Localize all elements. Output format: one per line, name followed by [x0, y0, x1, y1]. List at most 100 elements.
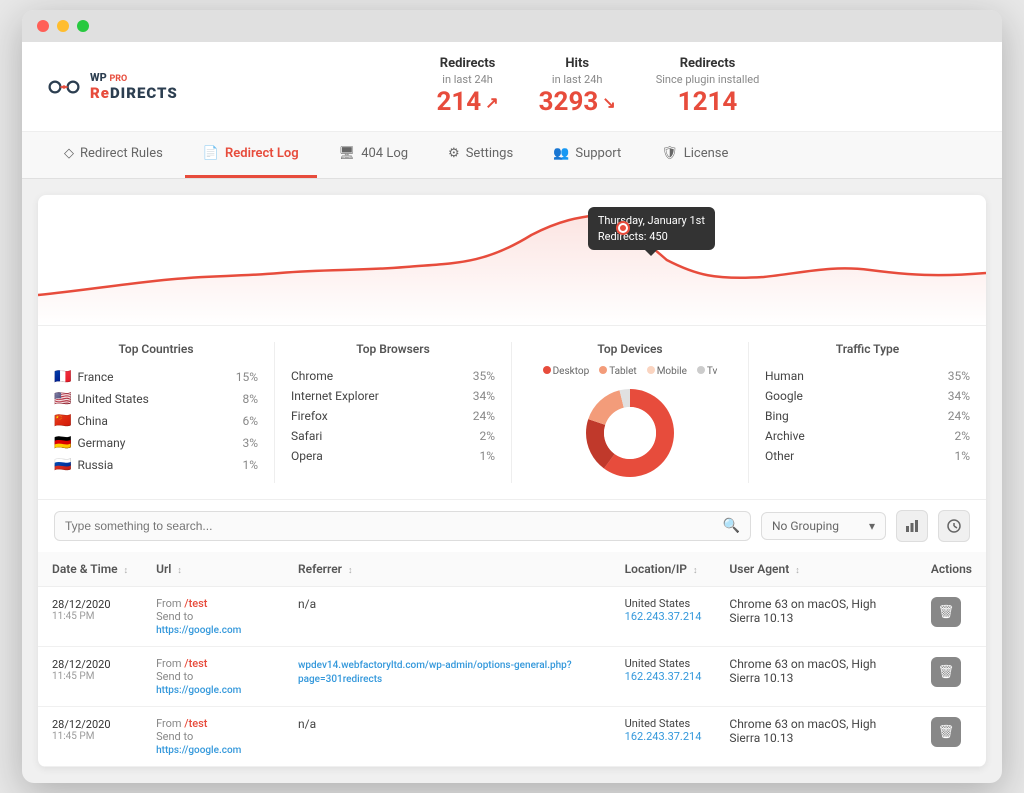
top-countries-list: 🇫🇷France 15% 🇺🇸United States 8% 🇨🇳China … — [54, 366, 258, 476]
date-text: 28/12/2020 — [52, 658, 111, 671]
cell-url: From /test Send to https://google.com — [142, 587, 284, 647]
stat-sublabel-total: Since plugin installed — [656, 73, 760, 86]
location-text: United States — [625, 657, 702, 670]
list-item: Firefox24% — [291, 406, 495, 426]
list-item: 🇫🇷France 15% — [54, 366, 258, 388]
date-text: 28/12/2020 — [52, 598, 111, 611]
server-icon: 🖥 — [339, 146, 356, 161]
ip-text: 162.243.37.214 — [625, 730, 702, 743]
stat-sublabel-hits: in last 24h — [552, 73, 603, 86]
top-devices-title: Top Devices — [528, 342, 732, 356]
list-item: 🇺🇸United States 8% — [54, 388, 258, 410]
stat-sublabel-redirects: in last 24h — [442, 73, 493, 86]
list-item: Chrome35% — [291, 366, 495, 386]
clock-filter-button[interactable] — [938, 510, 970, 542]
sort-icon: ↕ — [177, 566, 182, 576]
from-url-link[interactable]: /test — [184, 717, 207, 730]
tab-label-redirect-rules: Redirect Rules — [80, 146, 163, 161]
tab-redirect-log[interactable]: 📄 Redirect Log — [185, 132, 317, 178]
shield-icon: 🛡 — [661, 146, 678, 161]
tab-label-support: Support — [575, 146, 621, 161]
table-row: 28/12/2020 11:45 PM From /test Send to h… — [38, 647, 986, 707]
referrer-link[interactable]: wpdev14.webfactoryltd.com/wp-admin/optio… — [298, 660, 572, 685]
cell-actions: 🗑 — [917, 707, 986, 767]
sort-icon: ↕ — [693, 566, 698, 576]
time-text: 11:45 PM — [52, 671, 128, 682]
close-dot[interactable] — [37, 20, 49, 32]
send-url-link[interactable]: https://google.com — [156, 685, 241, 696]
tab-redirect-rules[interactable]: ◇ Redirect Rules — [46, 132, 181, 178]
chart-area: Thursday, January 1st Redirects: 450 — [38, 195, 986, 325]
cell-referrer: n/a — [284, 587, 611, 647]
location-text: United States — [625, 717, 702, 730]
cell-referrer: n/a — [284, 707, 611, 767]
delete-button[interactable]: 🗑 — [931, 657, 961, 687]
stats-group: Redirects in last 24h 214 ↗ Hits in last… — [218, 56, 978, 117]
ip-text: 162.243.37.214 — [625, 670, 702, 683]
date-text: 28/12/2020 — [52, 718, 111, 731]
user-agent-text: Chrome 63 on macOS, High Sierra 10.13 — [729, 597, 876, 625]
col-actions: Actions — [917, 552, 986, 587]
nav-bar: ◇ Redirect Rules 📄 Redirect Log 🖥 404 Lo… — [22, 132, 1002, 179]
donut-container: Desktop Tablet Mobile Tv — [528, 366, 732, 483]
grouping-select[interactable]: No Grouping ▾ — [761, 512, 886, 540]
cell-user-agent: Chrome 63 on macOS, High Sierra 10.13 — [715, 587, 916, 647]
time-text: 11:45 PM — [52, 731, 128, 742]
redirects-table: Date & Time ↕ Url ↕ Referrer ↕ Location/… — [38, 552, 986, 767]
app-window: WP PRO ReDIRECTS Redirects in last 24h 2… — [22, 10, 1002, 783]
top-countries-col: Top Countries 🇫🇷France 15% 🇺🇸United Stat… — [38, 342, 275, 483]
stat-label-hits: Hits — [539, 56, 616, 73]
tab-404-log[interactable]: 🖥 404 Log — [321, 132, 426, 178]
list-item: Archive2% — [765, 426, 970, 446]
flag-germany: 🇩🇪 — [54, 435, 71, 451]
stat-value-hits: 3293 — [539, 87, 599, 117]
legend-desktop: Desktop — [543, 366, 590, 377]
list-item: 🇩🇪Germany 3% — [54, 432, 258, 454]
table-header-row: Date & Time ↕ Url ↕ Referrer ↕ Location/… — [38, 552, 986, 587]
list-item: Internet Explorer34% — [291, 386, 495, 406]
col-datetime: Date & Time ↕ — [38, 552, 142, 587]
sort-icon: ↕ — [348, 566, 353, 576]
stat-arrow-hits: ↘ — [602, 93, 615, 112]
logo-icon — [46, 69, 82, 105]
search-box[interactable]: 🔍 — [54, 511, 751, 541]
from-url-link[interactable]: /test — [184, 597, 207, 610]
doc-icon: 📄 — [203, 146, 219, 161]
from-url-link[interactable]: /test — [184, 657, 207, 670]
tab-settings[interactable]: ⚙ Settings — [430, 132, 531, 178]
tab-label-redirect-log: Redirect Log — [225, 146, 299, 161]
cell-location-ip: United States 162.243.37.214 — [611, 707, 716, 767]
tab-license[interactable]: 🛡 License — [643, 132, 746, 178]
traffic-type-title: Traffic Type — [765, 342, 970, 356]
cell-url: From /test Send to https://google.com — [142, 707, 284, 767]
cell-user-agent: Chrome 63 on macOS, High Sierra 10.13 — [715, 647, 916, 707]
list-item: 🇷🇺Russia 1% — [54, 454, 258, 476]
cell-actions: 🗑 — [917, 647, 986, 707]
list-item: Google34% — [765, 386, 970, 406]
legend-tablet: Tablet — [599, 366, 636, 377]
send-url-link[interactable]: https://google.com — [156, 625, 241, 636]
delete-button[interactable]: 🗑 — [931, 597, 961, 627]
diamond-icon: ◇ — [64, 146, 74, 161]
list-item: Human35% — [765, 366, 970, 386]
col-referrer: Referrer ↕ — [284, 552, 611, 587]
stat-redirects-total: Redirects Since plugin installed 1214 — [656, 56, 760, 117]
table-row: 28/12/2020 11:45 PM From /test Send to h… — [38, 707, 986, 767]
tooltip-date: Thursday, January 1st — [598, 213, 705, 228]
stat-value-total: 1214 — [678, 87, 738, 117]
stat-label-redirects: Redirects — [436, 56, 498, 73]
maximize-dot[interactable] — [77, 20, 89, 32]
logo: WP PRO ReDIRECTS — [46, 69, 178, 105]
minimize-dot[interactable] — [57, 20, 69, 32]
tab-support[interactable]: 👥 Support — [535, 132, 639, 178]
search-input[interactable] — [65, 519, 715, 533]
cell-actions: 🗑 — [917, 587, 986, 647]
chart-view-button[interactable] — [896, 510, 928, 542]
tooltip-redirects: Redirects: 450 — [598, 229, 705, 244]
delete-button[interactable]: 🗑 — [931, 717, 961, 747]
col-url: Url ↕ — [142, 552, 284, 587]
referrer-text: n/a — [298, 597, 316, 611]
send-url-link[interactable]: https://google.com — [156, 745, 241, 756]
top-browsers-col: Top Browsers Chrome35% Internet Explorer… — [275, 342, 512, 483]
clock-icon — [947, 519, 961, 533]
